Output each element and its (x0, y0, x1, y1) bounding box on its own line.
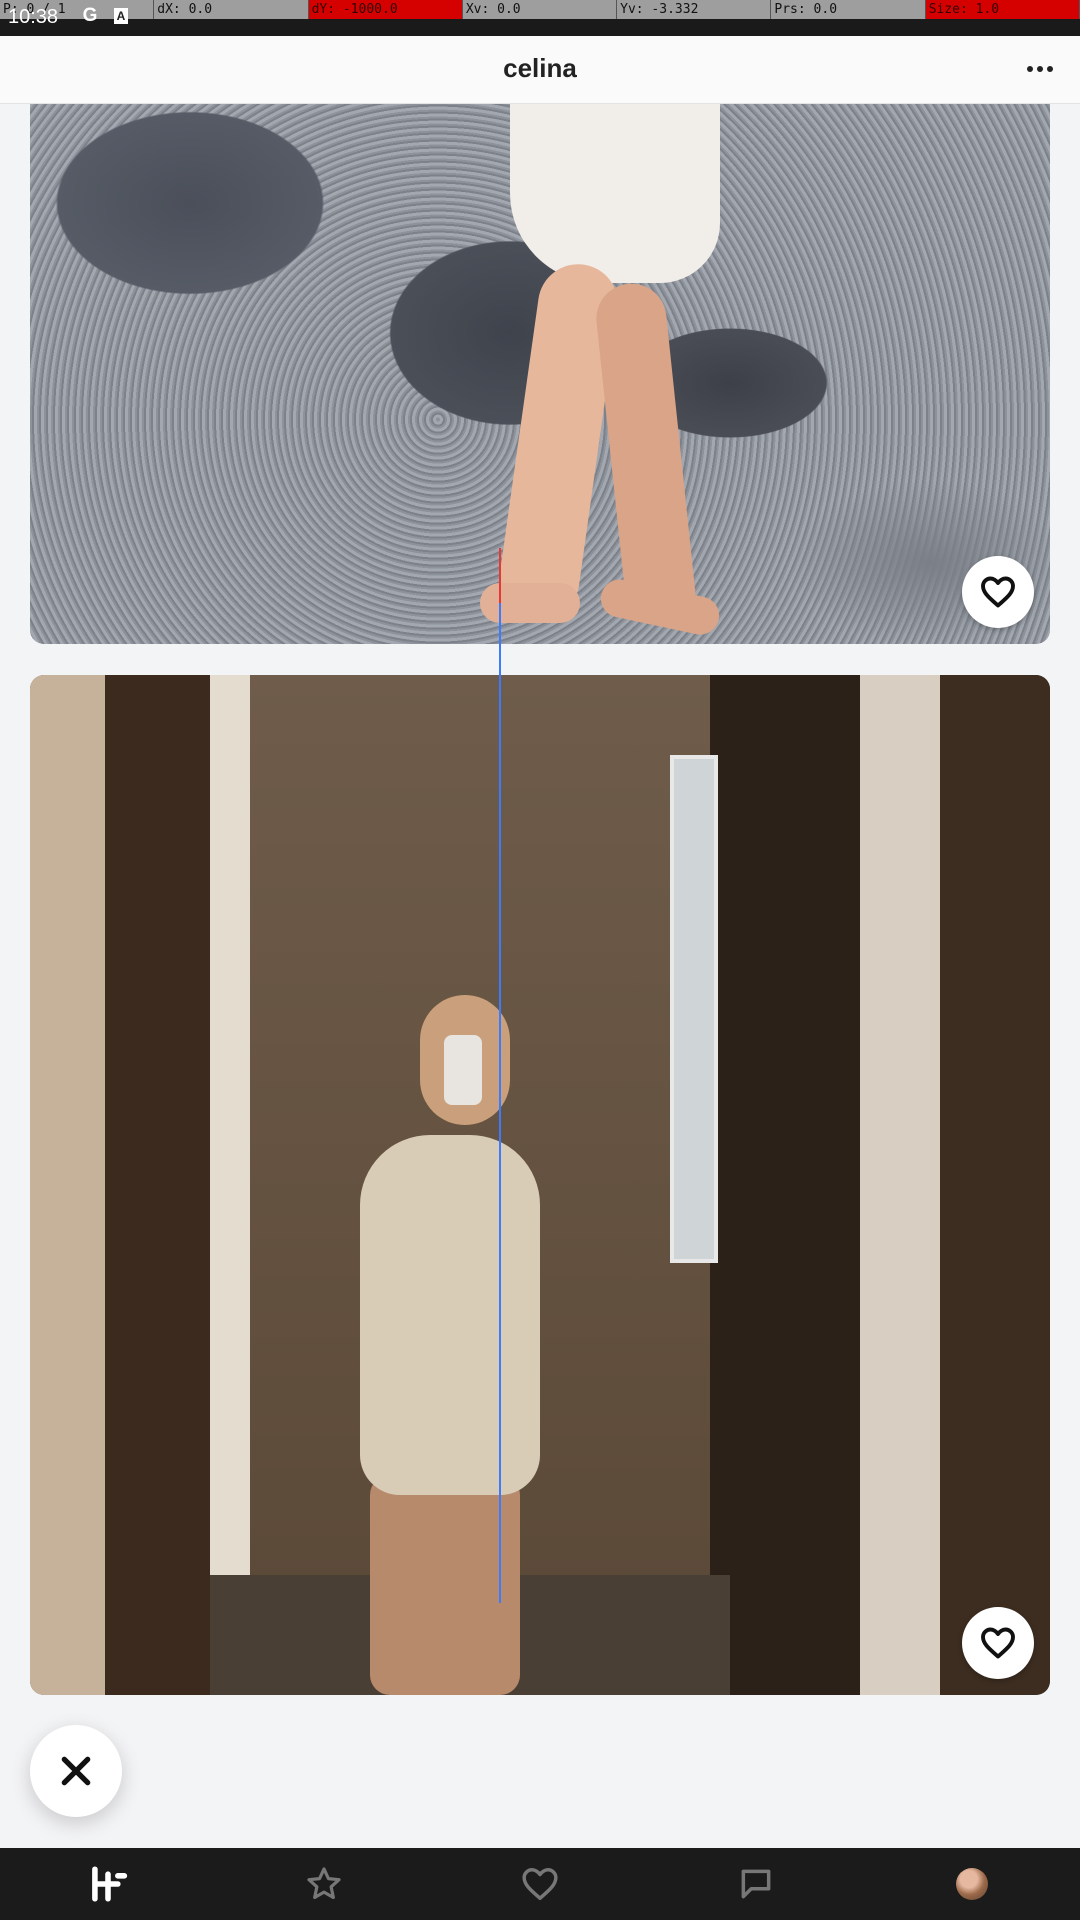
debug-xv: Xv: 0.0 (463, 0, 618, 19)
debug-prs: Prs: 0.0 (771, 0, 926, 19)
page-title: celina (503, 53, 577, 83)
google-icon: G (82, 5, 98, 26)
status-icons: G A (80, 6, 128, 26)
chat-icon (741, 1869, 771, 1899)
debug-dy: dY: -1000.0 (308, 0, 463, 19)
star-icon (307, 1867, 341, 1900)
like-button[interactable] (962, 1607, 1034, 1679)
photo-feed[interactable] (0, 103, 1080, 1848)
nav-favorites[interactable] (294, 1854, 354, 1914)
debug-dx: dX: 0.0 (154, 0, 309, 19)
touch-trace (499, 603, 501, 1603)
heart-icon (981, 1627, 1015, 1659)
photo-card[interactable] (30, 103, 1050, 644)
close-button[interactable] (30, 1725, 122, 1817)
heart-icon (981, 576, 1015, 608)
heart-icon (522, 1868, 558, 1900)
debug-size: Size: 1.0 (925, 0, 1080, 19)
nav-likes[interactable] (510, 1854, 570, 1914)
profile-avatar (956, 1868, 988, 1900)
status-time: 10:38 (8, 6, 59, 28)
more-options-button[interactable] (1020, 54, 1060, 84)
more-icon (1027, 66, 1033, 72)
pointer-debug-bar: P: 0 / 1 dX: 0.0 dY: -1000.0 Xv: 0.0 Yv:… (0, 0, 1080, 19)
touch-trace-start (499, 548, 501, 603)
debug-yv: Yv: -3.332 (617, 0, 772, 19)
like-button[interactable] (962, 556, 1034, 628)
close-icon (61, 1756, 91, 1786)
bottom-navigation (0, 1848, 1080, 1920)
app-header: celina (0, 36, 1080, 104)
nav-profile[interactable] (942, 1854, 1002, 1914)
home-icon (92, 1866, 128, 1902)
photo-image (30, 675, 1050, 1695)
nav-home[interactable] (78, 1854, 138, 1914)
photo-card[interactable] (30, 675, 1050, 1695)
font-icon: A (114, 8, 128, 24)
nav-chat[interactable] (726, 1854, 786, 1914)
